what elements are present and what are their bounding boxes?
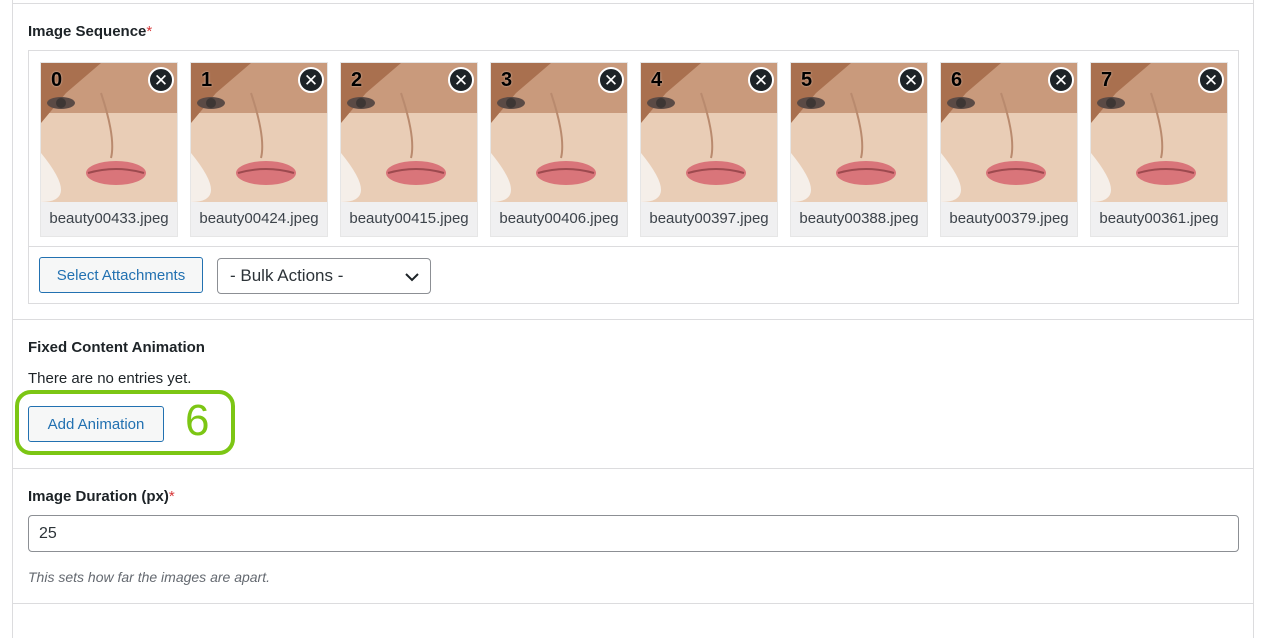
divider — [29, 246, 1238, 247]
divider — [13, 468, 1253, 469]
image-duration-description: This sets how far the images are apart. — [28, 569, 270, 585]
add-animation-button[interactable]: Add Animation — [28, 406, 164, 442]
thumbnail-index: 7 — [1101, 69, 1113, 91]
select-attachments-button[interactable]: Select Attachments — [39, 257, 203, 293]
divider — [13, 319, 1253, 320]
close-icon[interactable]: ✕ — [298, 67, 324, 93]
divider — [13, 3, 1253, 4]
image-duration-label: Image Duration (px)* — [28, 488, 175, 505]
close-icon[interactable]: ✕ — [1198, 67, 1224, 93]
thumbnail-filename: beauty00406.jpeg — [499, 210, 619, 227]
close-icon[interactable]: ✕ — [148, 67, 174, 93]
close-icon[interactable]: ✕ — [598, 67, 624, 93]
close-icon[interactable]: ✕ — [448, 67, 474, 93]
thumbnail-item[interactable]: 5 ✕ beauty00388.jpeg — [790, 62, 928, 237]
thumbnail-index: 4 — [651, 69, 663, 91]
fixed-content-animation-label: Fixed Content Animation — [28, 339, 205, 356]
thumbnail-filename: beauty00433.jpeg — [49, 210, 169, 227]
image-duration-label-text: Image Duration (px) — [28, 488, 169, 505]
image-sequence-label-text: Image Sequence — [28, 23, 147, 40]
thumbnail-index: 6 — [951, 69, 963, 91]
settings-panel: Image Sequence* 0 ✕ beauty00433.jpeg 1 ✕ beau… — [12, 0, 1254, 638]
bulk-actions-select[interactable]: - Bulk Actions - — [217, 258, 431, 294]
chevron-down-icon — [405, 273, 419, 282]
thumbnail-index: 1 — [201, 69, 213, 91]
thumbnail-item[interactable]: 6 ✕ beauty00379.jpeg — [940, 62, 1078, 237]
thumbnail-item[interactable]: 1 ✕ beauty00424.jpeg — [190, 62, 328, 237]
required-mark: * — [168, 488, 175, 505]
divider — [13, 603, 1253, 604]
thumbnail-item[interactable]: 7 ✕ beauty00361.jpeg — [1090, 62, 1228, 237]
image-gallery: 0 ✕ beauty00433.jpeg 1 ✕ beauty00424.jpeg 2 ✕ be… — [28, 50, 1239, 304]
required-mark: * — [146, 23, 153, 40]
image-sequence-label: Image Sequence* — [28, 23, 152, 40]
thumbnail-item[interactable]: 0 ✕ beauty00433.jpeg — [40, 62, 178, 237]
thumbnail-filename: beauty00397.jpeg — [649, 210, 769, 227]
thumbnail-list: 0 ✕ beauty00433.jpeg 1 ✕ beauty00424.jpeg 2 ✕ be… — [40, 62, 1228, 237]
thumbnail-index: 3 — [501, 69, 513, 91]
empty-entries-text: There are no entries yet. — [28, 370, 192, 387]
step-number: 6 — [185, 396, 210, 445]
thumbnail-index: 2 — [351, 69, 363, 91]
thumbnail-filename: beauty00379.jpeg — [949, 210, 1069, 227]
thumbnail-index: 5 — [801, 69, 813, 91]
thumbnail-filename: beauty00424.jpeg — [199, 210, 319, 227]
thumbnail-filename: beauty00361.jpeg — [1099, 210, 1219, 227]
thumbnail-index: 0 — [51, 69, 63, 91]
thumbnail-filename: beauty00388.jpeg — [799, 210, 919, 227]
thumbnail-item[interactable]: 4 ✕ beauty00397.jpeg — [640, 62, 778, 237]
image-duration-input[interactable]: 25 — [28, 515, 1239, 552]
thumbnail-item[interactable]: 2 ✕ beauty00415.jpeg — [340, 62, 478, 237]
close-icon[interactable]: ✕ — [1048, 67, 1074, 93]
close-icon[interactable]: ✕ — [748, 67, 774, 93]
thumbnail-item[interactable]: 3 ✕ beauty00406.jpeg — [490, 62, 628, 237]
close-icon[interactable]: ✕ — [898, 67, 924, 93]
thumbnail-filename: beauty00415.jpeg — [349, 210, 469, 227]
bulk-actions-value: - Bulk Actions - — [230, 266, 344, 285]
